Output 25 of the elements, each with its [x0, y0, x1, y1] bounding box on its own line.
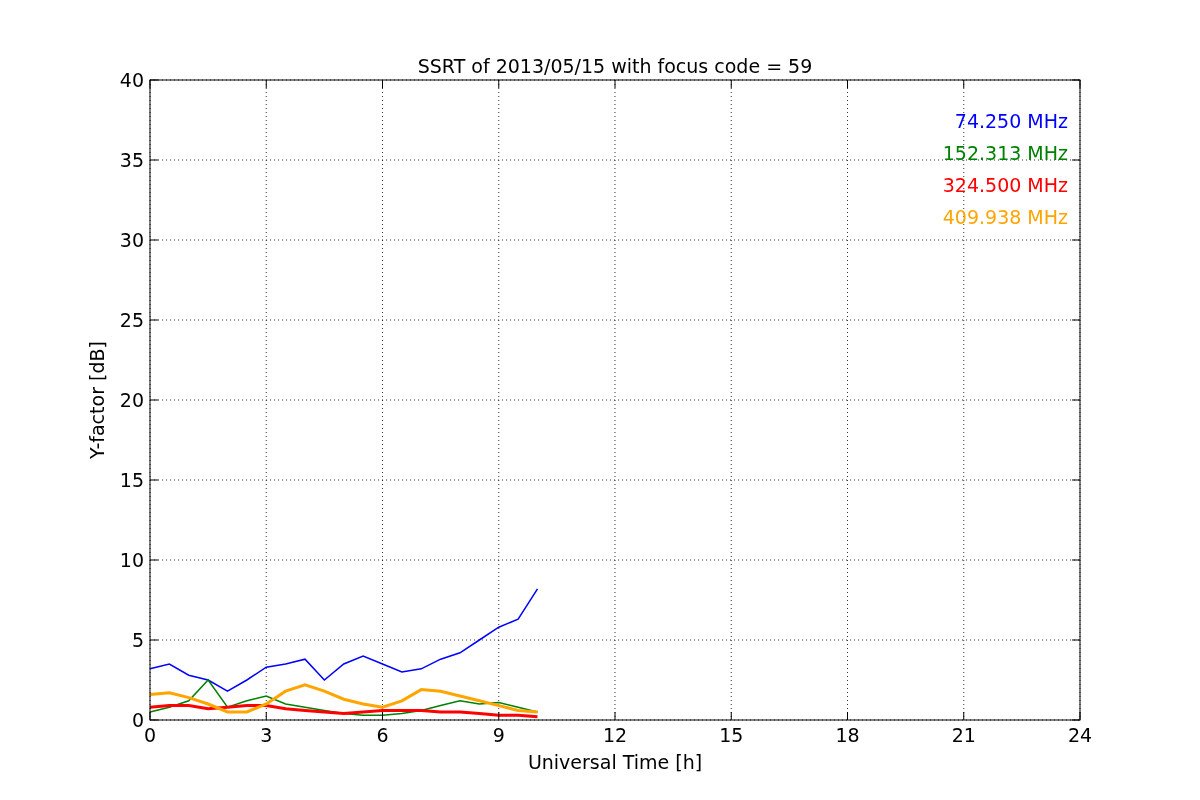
x-tick-label: 6: [376, 724, 389, 746]
x-tick-label: 21: [951, 724, 976, 746]
x-tick-label: 12: [602, 724, 628, 746]
y-tick-label: 5: [131, 629, 144, 651]
y-tick-label: 20: [119, 389, 144, 411]
y-tick-label: 40: [119, 69, 144, 91]
y-axis-label: Y-factor [dB]: [86, 341, 108, 459]
x-tick-label: 0: [143, 724, 157, 746]
x-axis-label: Universal Time [h]: [527, 751, 703, 773]
legend-label: 74.250 MHz: [954, 110, 1068, 132]
y-tick-label: 35: [119, 149, 144, 171]
legend-label: 152.313 MHz: [942, 142, 1068, 164]
legend-label: 324.500 MHz: [942, 174, 1068, 196]
x-tick-label: 3: [260, 724, 273, 746]
x-tick-label: 18: [835, 724, 860, 746]
y-tick-label: 10: [119, 549, 144, 571]
x-tick-label: 9: [492, 724, 505, 746]
chart-title: SSRT of 2013/05/15 with focus code = 59: [417, 55, 813, 77]
y-tick-label: 0: [131, 709, 144, 731]
legend-label: 409.938 MHz: [942, 206, 1068, 228]
x-tick-label: 15: [719, 724, 744, 746]
x-tick-label: 24: [1067, 724, 1093, 746]
y-tick-label: 30: [119, 229, 144, 251]
y-tick-label: 25: [119, 309, 144, 331]
y-tick-label: 15: [119, 469, 144, 491]
